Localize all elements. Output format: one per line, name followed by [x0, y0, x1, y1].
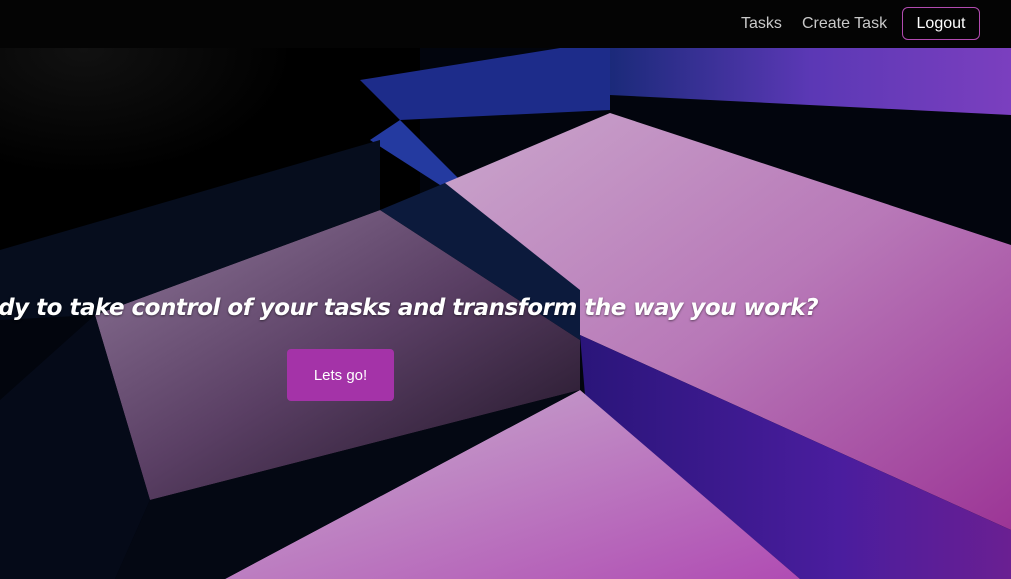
nav-link-tasks[interactable]: Tasks — [741, 15, 782, 33]
hero-heading: Ready to take control of your tasks and … — [0, 295, 819, 321]
lets-go-button[interactable]: Lets go! — [287, 349, 394, 401]
logout-button[interactable]: Logout — [902, 7, 980, 40]
landing-page: Tasks Create Task Logout Ready to take c… — [0, 0, 1011, 579]
nav-link-create-task[interactable]: Create Task — [802, 15, 887, 33]
background-image — [0, 0, 1011, 579]
top-navbar: Tasks Create Task Logout — [0, 0, 1011, 48]
